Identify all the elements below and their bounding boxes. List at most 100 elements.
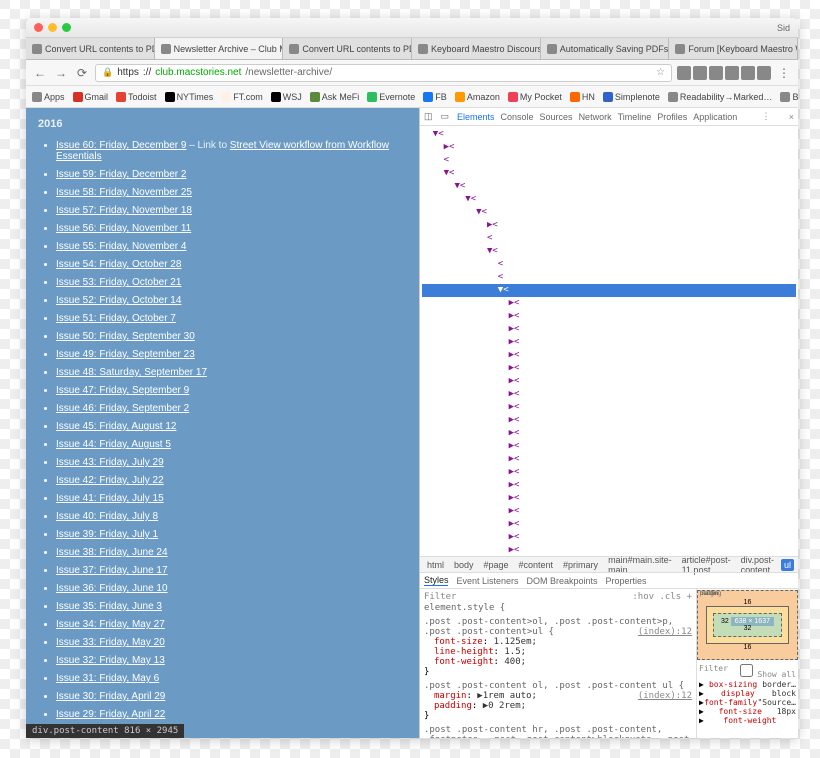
- extension-icon[interactable]: [709, 66, 723, 80]
- styles-subtab[interactable]: DOM Breakpoints: [527, 576, 598, 586]
- issue-link[interactable]: Issue 42: Friday, July 22: [56, 475, 164, 486]
- bookmark-item[interactable]: FT.com: [221, 92, 263, 102]
- dom-node[interactable]: <: [422, 232, 796, 245]
- bookmark-item[interactable]: Bullseye: [780, 92, 798, 102]
- styles-filter[interactable]: Filter: [424, 592, 457, 602]
- window-minimize-button[interactable]: [48, 23, 57, 32]
- dom-node[interactable]: ▶<: [422, 440, 796, 453]
- dom-node[interactable]: <: [422, 154, 796, 167]
- dom-node[interactable]: ▶<: [422, 388, 796, 401]
- styles-subtab[interactable]: Styles: [424, 575, 449, 586]
- issue-link[interactable]: Issue 37: Friday, June 17: [56, 565, 168, 576]
- browser-tab[interactable]: Forum [Keyboard Maestro Wi×: [669, 38, 798, 59]
- extension-icon[interactable]: [741, 66, 755, 80]
- dom-node[interactable]: ▶<: [422, 219, 796, 232]
- window-close-button[interactable]: [34, 23, 43, 32]
- computed-property[interactable]: ▶font-size18px: [699, 707, 796, 716]
- bookmark-item[interactable]: Simplenote: [603, 92, 660, 102]
- bookmark-item[interactable]: My Pocket: [508, 92, 562, 102]
- bookmark-item[interactable]: FB: [423, 92, 447, 102]
- devtools-tab[interactable]: Profiles: [657, 112, 687, 122]
- breadcrumb-item[interactable]: body: [451, 559, 477, 571]
- css-rule[interactable]: element.style {: [424, 603, 692, 613]
- rule-source-link[interactable]: (index):12: [638, 627, 692, 637]
- issue-link[interactable]: Issue 60: Friday, December 9: [56, 140, 186, 151]
- rule-source-link[interactable]: (index):12: [638, 691, 692, 701]
- computed-property[interactable]: ▶font-weight: [699, 716, 796, 725]
- reload-button[interactable]: ⟳: [74, 65, 90, 81]
- computed-property[interactable]: ▶font-family"Source…: [699, 698, 796, 707]
- dom-node[interactable]: ▶<: [422, 466, 796, 479]
- devtools-tab[interactable]: Elements: [457, 112, 495, 122]
- browser-tab[interactable]: Automatically Saving PDFs×: [541, 38, 670, 59]
- devtools-tab[interactable]: Network: [579, 112, 612, 122]
- css-rules[interactable]: Filter :hov .cls + element.style {.post …: [420, 589, 696, 738]
- issue-link[interactable]: Issue 39: Friday, July 1: [56, 529, 158, 540]
- devtools-more-icon[interactable]: ⋮: [762, 111, 771, 122]
- devtools-close-icon[interactable]: ×: [789, 112, 794, 122]
- bookmark-item[interactable]: Todoist: [116, 92, 157, 102]
- bookmark-item[interactable]: NYTimes: [165, 92, 214, 102]
- dom-node[interactable]: ▶<: [422, 349, 796, 362]
- cls-toggle[interactable]: .cls: [659, 592, 681, 602]
- dom-node[interactable]: ▼<: [422, 167, 796, 180]
- issue-link[interactable]: Issue 51: Friday, October 7: [56, 313, 176, 324]
- issue-link[interactable]: Issue 58: Friday, November 25: [56, 187, 192, 198]
- dom-node[interactable]: ▶<: [422, 297, 796, 310]
- dom-node[interactable]: ▶<: [422, 141, 796, 154]
- devtools-tab[interactable]: Sources: [540, 112, 573, 122]
- styles-subtab[interactable]: Event Listeners: [456, 576, 518, 586]
- dom-node[interactable]: <: [422, 258, 796, 271]
- computed-filter[interactable]: Filter: [699, 664, 728, 679]
- inspect-icon[interactable]: ◫: [424, 111, 433, 122]
- browser-tab[interactable]: Keyboard Maestro Discourse×: [412, 38, 541, 59]
- bookmark-item[interactable]: Ask MeFi: [310, 92, 360, 102]
- issue-link[interactable]: Issue 55: Friday, November 4: [56, 241, 186, 252]
- browser-tab[interactable]: Convert URL contents to PD×: [26, 38, 155, 59]
- css-rule[interactable]: .post .post-content ol, .post .post-cont…: [424, 681, 692, 721]
- device-icon[interactable]: ▭: [440, 111, 449, 122]
- issue-link[interactable]: Issue 48: Saturday, September 17: [56, 367, 207, 378]
- issue-link[interactable]: Issue 40: Friday, July 8: [56, 511, 158, 522]
- bookmark-item[interactable]: WSJ: [271, 92, 302, 102]
- dom-node[interactable]: ▼<: [422, 180, 796, 193]
- issue-link[interactable]: Issue 36: Friday, June 10: [56, 583, 168, 594]
- issue-link[interactable]: Issue 38: Friday, June 24: [56, 547, 168, 558]
- issue-link[interactable]: Issue 41: Friday, July 15: [56, 493, 164, 504]
- dom-node[interactable]: ▶<: [422, 479, 796, 492]
- issue-link[interactable]: Issue 52: Friday, October 14: [56, 295, 181, 306]
- bookmark-item[interactable]: Apps: [32, 92, 65, 102]
- menu-button[interactable]: ⋮: [776, 65, 792, 81]
- issue-link[interactable]: Issue 34: Friday, May 27: [56, 619, 165, 630]
- devtools-tab[interactable]: Timeline: [618, 112, 652, 122]
- dom-node[interactable]: ▼<: [422, 193, 796, 206]
- bookmark-star-icon[interactable]: ☆: [656, 67, 665, 78]
- dom-node[interactable]: ▶<: [422, 323, 796, 336]
- issue-link[interactable]: Issue 54: Friday, October 28: [56, 259, 181, 270]
- box-model[interactable]: margin 16 border padding 32 638 × 1637 3…: [697, 589, 798, 661]
- extension-icon[interactable]: [677, 66, 691, 80]
- issue-link[interactable]: Issue 32: Friday, May 13: [56, 655, 165, 666]
- dom-tree[interactable]: ▼< ▶< < ▼< ▼< ▼< ▼< ▶< < ▼< < < ▼< ▶< ▶<…: [420, 126, 798, 556]
- issue-link[interactable]: Issue 57: Friday, November 18: [56, 205, 192, 216]
- extension-icon[interactable]: [757, 66, 771, 80]
- breadcrumb-item[interactable]: ul: [781, 559, 794, 571]
- address-bar[interactable]: 🔒 https://club.macstories.net/newsletter…: [95, 64, 672, 82]
- dom-node[interactable]: ▶<: [422, 362, 796, 375]
- dom-node[interactable]: <: [422, 271, 796, 284]
- window-zoom-button[interactable]: [62, 23, 71, 32]
- show-all-checkbox[interactable]: [740, 664, 753, 677]
- styles-subtab[interactable]: Properties: [606, 576, 647, 586]
- issue-link[interactable]: Issue 50: Friday, September 30: [56, 331, 195, 342]
- dom-node[interactable]: ▶<: [422, 336, 796, 349]
- devtools-tab[interactable]: Application: [693, 112, 737, 122]
- issue-link[interactable]: Issue 59: Friday, December 2: [56, 169, 186, 180]
- back-button[interactable]: ←: [32, 65, 48, 81]
- bookmark-item[interactable]: Readability→Marked…: [668, 92, 773, 102]
- dom-node[interactable]: ▶<: [422, 401, 796, 414]
- css-rule[interactable]: .post .post-content hr, .post .post-cont…: [424, 725, 692, 738]
- forward-button[interactable]: →: [53, 65, 69, 81]
- issue-link[interactable]: Issue 29: Friday, April 22: [56, 709, 165, 720]
- issue-link[interactable]: Issue 43: Friday, July 29: [56, 457, 164, 468]
- issue-link[interactable]: Issue 46: Friday, September 2: [56, 403, 189, 414]
